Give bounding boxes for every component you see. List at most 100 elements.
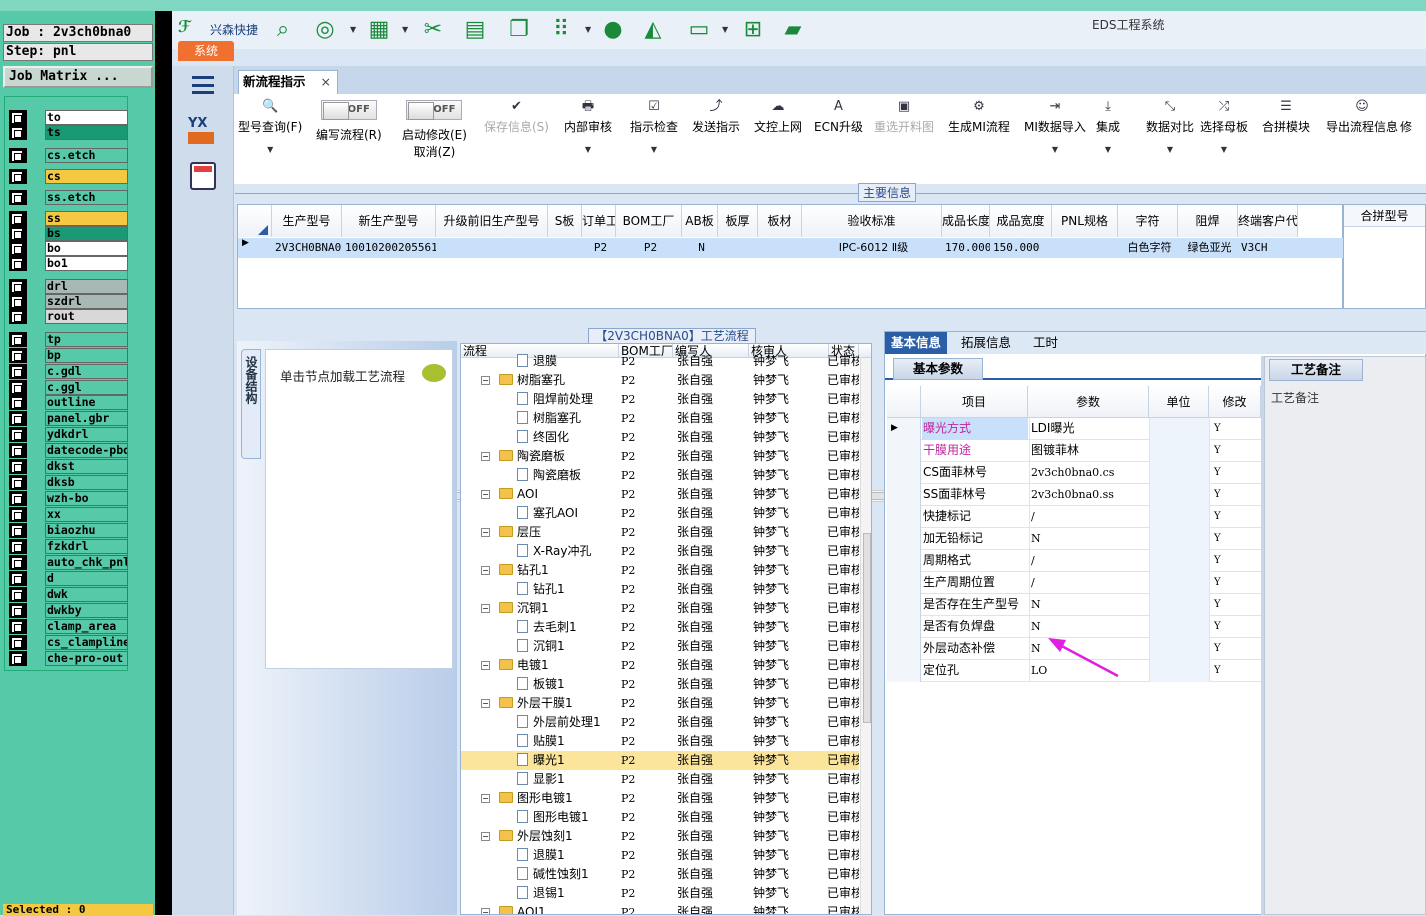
user-icon[interactable]: ●: [600, 17, 626, 43]
expand-toggle[interactable]: −: [481, 566, 490, 575]
column-header[interactable]: 订单工厂: [582, 205, 616, 237]
grid-apps-icon[interactable]: ⠿: [548, 17, 574, 43]
flow-row[interactable]: 塞孔AOI P2 张自强 钟梦飞 已审核: [461, 504, 859, 523]
layer-row[interactable]: xx: [9, 507, 129, 522]
column-header[interactable]: PNL规格: [1052, 205, 1118, 237]
table-cell[interactable]: 2V3CH0BNA0: [272, 238, 342, 258]
column-header[interactable]: 升级前旧生产型号: [436, 205, 548, 237]
table-cell[interactable]: [548, 238, 582, 258]
param-value[interactable]: N: [1029, 616, 1149, 638]
flow-row[interactable]: − 陶瓷磨板 P2 张自强 钟梦飞 已审核: [461, 447, 859, 466]
table-cell[interactable]: N: [682, 238, 718, 258]
flow-row[interactable]: 退膜 P2 张自强 钟梦飞 已审核: [461, 352, 859, 371]
param-unit[interactable]: [1149, 462, 1209, 484]
param-row[interactable]: 是否有负焊盘 N Y: [887, 616, 1261, 638]
layer-checkbox[interactable]: [9, 475, 27, 490]
table-cell[interactable]: 170.000: [942, 238, 990, 258]
flow-row[interactable]: 贴膜1 P2 张自强 钟梦飞 已审核: [461, 732, 859, 751]
param-value[interactable]: /: [1029, 506, 1149, 528]
layer-row[interactable]: clamp_area: [9, 619, 129, 634]
chevron-down-icon[interactable]: ▼: [630, 145, 678, 154]
tab-device-structure[interactable]: 设备结构: [241, 349, 261, 459]
layer-checkbox[interactable]: [9, 587, 27, 602]
layer-checkbox[interactable]: [9, 241, 27, 256]
flow-row[interactable]: 退锡1 P2 张自强 钟梦飞 已审核: [461, 884, 859, 903]
flow-row[interactable]: 图形电镀1 P2 张自强 钟梦飞 已审核: [461, 808, 859, 827]
ribbon-button[interactable]: ⤴ 发送指示: [692, 98, 740, 135]
column-header[interactable]: 成品长度: [942, 205, 990, 237]
tab-basic-info[interactable]: 基本信息: [885, 332, 948, 354]
layer-checkbox[interactable]: [9, 523, 27, 538]
ribbon-button[interactable]: OFF 编写流程(R): [316, 98, 382, 143]
layer-checkbox[interactable]: [9, 619, 27, 634]
tab-process-note[interactable]: 工艺备注: [1269, 359, 1363, 381]
layer-checkbox[interactable]: [9, 256, 27, 271]
layer-checkbox[interactable]: [9, 309, 27, 324]
layer-checkbox[interactable]: [9, 211, 27, 226]
layer-checkbox[interactable]: [9, 491, 27, 506]
layer-row[interactable]: che-pro-out: [9, 651, 129, 666]
table-cell[interactable]: P2: [582, 238, 616, 258]
ribbon-button[interactable]: 🖶 内部审核 ▼: [564, 98, 612, 154]
yx-factory-icon[interactable]: YX: [188, 116, 218, 146]
flow-row[interactable]: − 树脂塞孔 P2 张自强 钟梦飞 已审核: [461, 371, 859, 390]
layer-row[interactable]: fzkdrl: [9, 539, 129, 554]
chevron-down-icon[interactable]: ▼: [1096, 145, 1120, 154]
close-icon[interactable]: ×: [321, 71, 331, 93]
layer-row[interactable]: ss.etch: [9, 190, 129, 205]
column-header[interactable]: 验收标准: [802, 205, 942, 237]
layer-row[interactable]: rout: [9, 309, 129, 324]
expand-toggle[interactable]: −: [481, 832, 490, 841]
param-value[interactable]: 2v3ch0bna0.ss: [1029, 484, 1149, 506]
layer-row[interactable]: bo1: [9, 256, 129, 271]
layer-row[interactable]: cs.etch: [9, 148, 129, 163]
ribbon-button[interactable]: ☰ 合拼模块: [1262, 98, 1310, 135]
vertical-scrollbar[interactable]: [860, 358, 871, 914]
layer-checkbox[interactable]: [9, 226, 27, 241]
chevron-down-icon[interactable]: ▼: [585, 25, 591, 34]
layer-checkbox[interactable]: [9, 148, 27, 163]
layer-checkbox[interactable]: [9, 380, 27, 395]
table-cell[interactable]: 白色字符: [1118, 238, 1178, 258]
column-header[interactable]: 新生产型号: [342, 205, 436, 237]
chevron-down-icon[interactable]: ▼: [722, 25, 728, 34]
expand-toggle[interactable]: −: [481, 490, 490, 499]
device-tree-box[interactable]: 单击节点加载工艺流程: [265, 349, 453, 669]
layer-row[interactable]: drl: [9, 279, 129, 294]
param-value[interactable]: /: [1029, 572, 1149, 594]
param-row[interactable]: 加无铅标记 N Y: [887, 528, 1261, 550]
flow-row[interactable]: 陶瓷磨板 P2 张自强 钟梦飞 已审核: [461, 466, 859, 485]
param-value[interactable]: LO: [1029, 660, 1149, 682]
layer-checkbox[interactable]: [9, 395, 27, 410]
column-header[interactable]: BOM工厂: [616, 205, 682, 237]
params-column-header[interactable]: 项目: [921, 386, 1028, 418]
layer-checkbox[interactable]: [9, 651, 27, 666]
flow-row[interactable]: − 层压 P2 张自强 钟梦飞 已审核: [461, 523, 859, 542]
column-header[interactable]: 阻焊: [1178, 205, 1238, 237]
ribbon-button[interactable]: 🔍 型号查询(F) ▼: [238, 98, 302, 154]
layer-row[interactable]: dwkby: [9, 603, 129, 618]
ribbon-button[interactable]: ⤓ 集成 ▼: [1096, 98, 1120, 154]
ribbon-button[interactable]: A ECN升级: [814, 98, 863, 135]
param-row[interactable]: CS面菲林号 2v3ch0bna0.cs Y: [887, 462, 1261, 484]
layer-checkbox[interactable]: [9, 555, 27, 570]
ribbon-button[interactable]: ☁ 文控上网: [754, 98, 802, 135]
flow-row[interactable]: − AOI P2 张自强 钟梦飞 已审核: [461, 485, 859, 504]
layer-row[interactable]: bs: [9, 226, 129, 241]
chevron-down-icon[interactable]: ▼: [1146, 145, 1194, 154]
layer-row[interactable]: datecode-pbo: [9, 443, 129, 458]
flow-row[interactable]: 终固化 P2 张自强 钟梦飞 已审核: [461, 428, 859, 447]
copy-icon[interactable]: ❐: [506, 17, 532, 43]
table-icon[interactable]: ▦: [366, 17, 392, 43]
param-unit[interactable]: [1149, 638, 1209, 660]
layer-checkbox[interactable]: [9, 427, 27, 442]
column-header[interactable]: 板厚: [718, 205, 758, 237]
flow-row[interactable]: 钻孔1 P2 张自强 钟梦飞 已审核: [461, 580, 859, 599]
ribbon-button[interactable]: 修: [1400, 98, 1412, 135]
expand-toggle[interactable]: −: [481, 699, 490, 708]
flow-row[interactable]: 退膜1 P2 张自强 钟梦飞 已审核: [461, 846, 859, 865]
params-column-header[interactable]: 参数: [1028, 386, 1149, 418]
layer-row[interactable]: szdrl: [9, 294, 129, 309]
layer-row[interactable]: d: [9, 571, 129, 586]
expand-toggle[interactable]: −: [481, 376, 490, 385]
